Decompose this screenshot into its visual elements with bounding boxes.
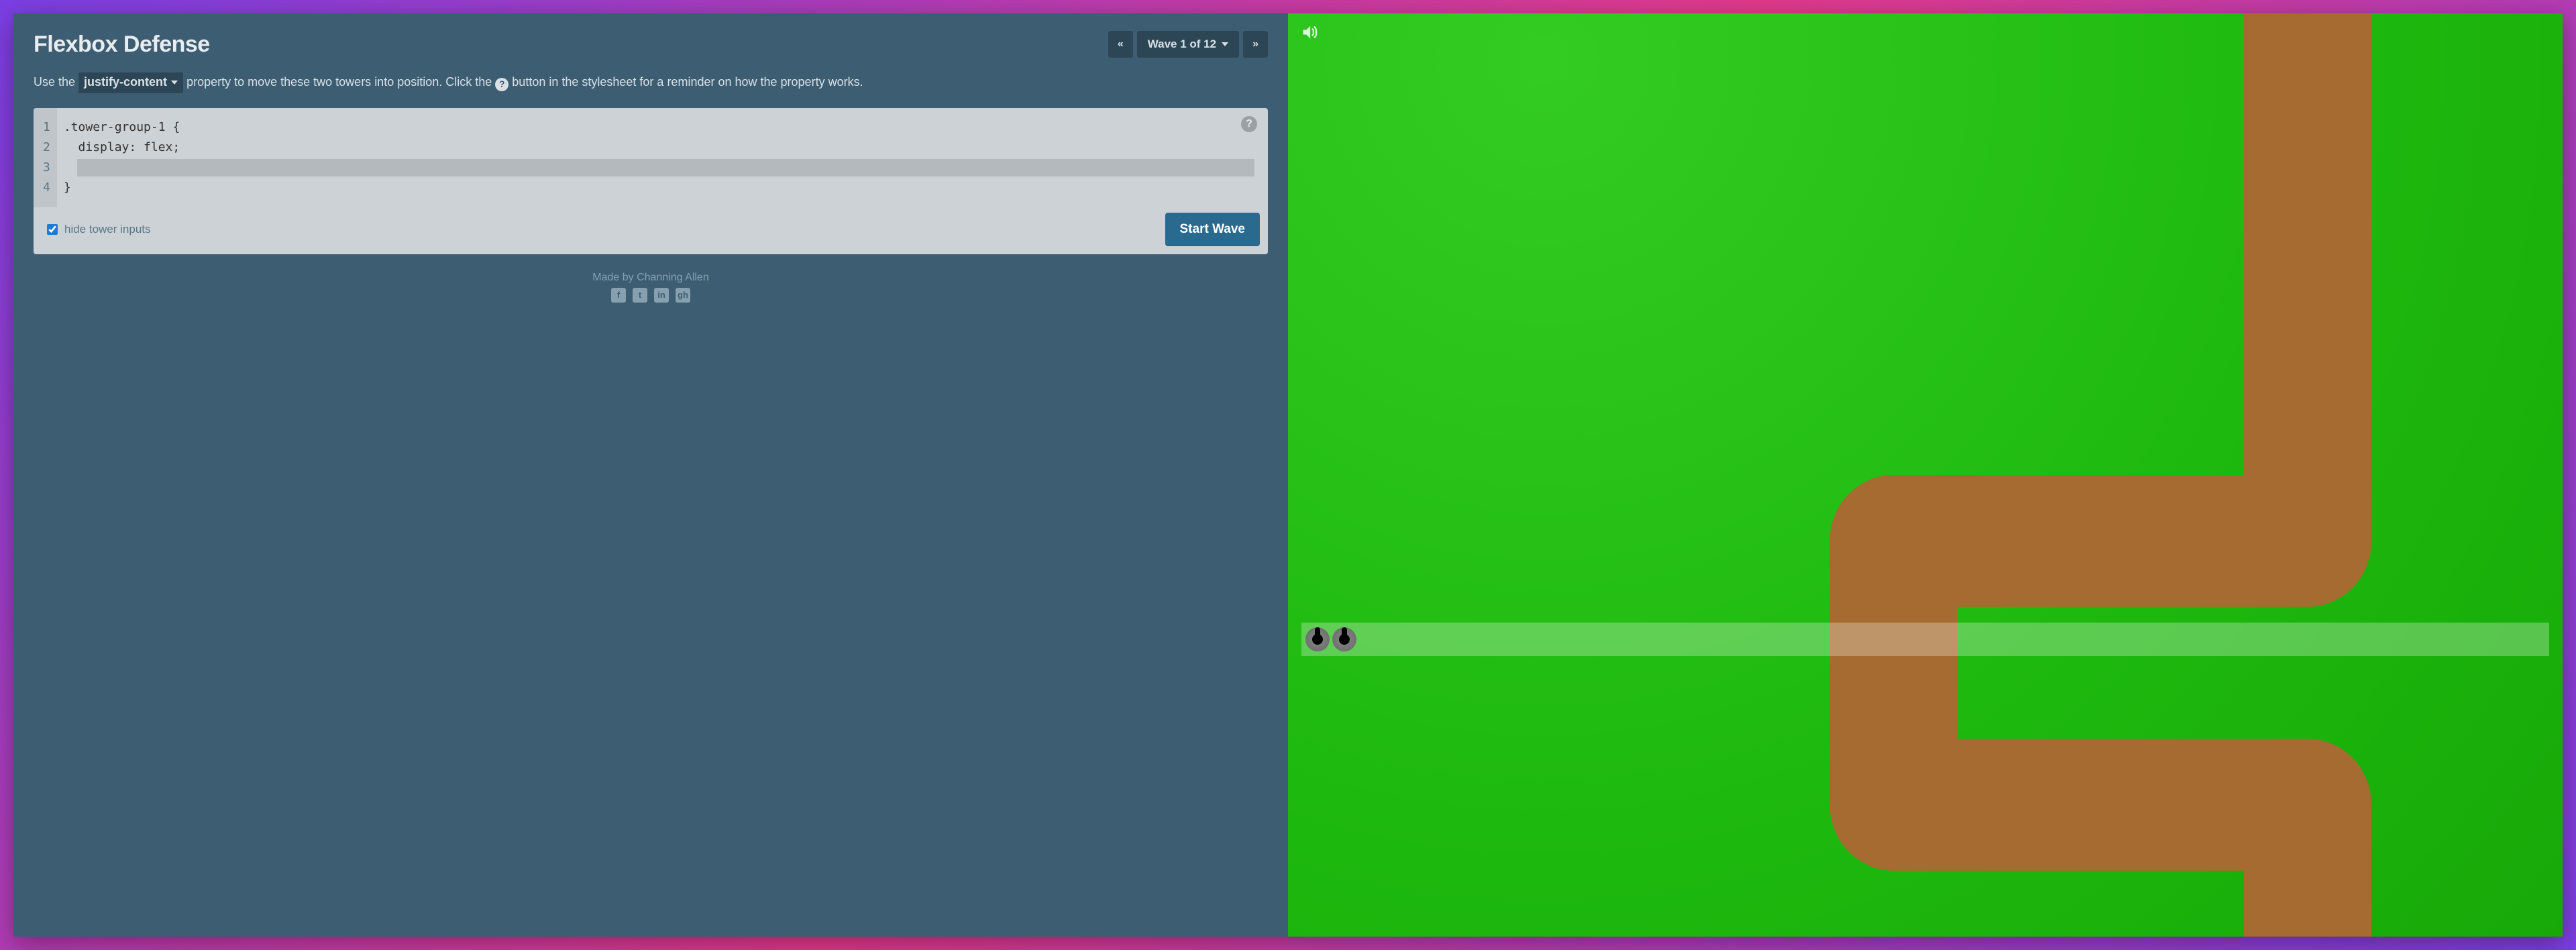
code-input-row <box>64 158 1254 178</box>
css-input[interactable] <box>77 159 1254 176</box>
hide-tower-inputs-checkbox[interactable] <box>47 224 58 235</box>
instructions-text: Use the justify-content property to move… <box>34 72 1268 93</box>
property-token[interactable]: justify-content <box>78 72 183 93</box>
code-area: .tower-group-1 { display: flex; } <box>57 108 1268 207</box>
wave-nav: « Wave 1 of 12 » <box>1108 31 1268 58</box>
wave-label: Wave 1 of 12 <box>1148 38 1216 51</box>
caret-down-icon <box>171 81 178 85</box>
instruction-panel: Flexbox Defense « Wave 1 of 12 » Use the… <box>13 13 1288 937</box>
prev-wave-button[interactable]: « <box>1108 31 1133 58</box>
chevron-right-icon: » <box>1252 38 1258 50</box>
line-number: 4 <box>43 178 50 198</box>
line-number: 3 <box>43 158 50 178</box>
code-line: .tower-group-1 { <box>64 117 1254 138</box>
code-line: } <box>64 178 1254 198</box>
tower-group-1 <box>1301 623 2549 656</box>
app-root: Flexbox Defense « Wave 1 of 12 » Use the… <box>13 13 2563 937</box>
credit-text: Made by Channing Allen <box>34 272 1268 284</box>
twitter-icon[interactable]: t <box>633 288 647 303</box>
page-title: Flexbox Defense <box>34 32 210 58</box>
instr-pre: Use the <box>34 75 78 89</box>
linkedin-icon[interactable]: in <box>654 288 669 303</box>
code-line: display: flex; <box>64 138 1254 158</box>
editor-body: 1 2 3 4 .tower-group-1 { display: flex; … <box>34 108 1268 207</box>
code-editor: ? 1 2 3 4 .tower-group-1 { display: flex… <box>34 108 1268 254</box>
hide-tower-inputs-label: hide tower inputs <box>64 223 151 236</box>
hide-tower-inputs-toggle[interactable]: hide tower inputs <box>47 223 151 236</box>
chevron-left-icon: « <box>1118 38 1124 50</box>
editor-footer: hide tower inputs Start Wave <box>34 207 1268 254</box>
social-links: f t in gh <box>34 288 1268 303</box>
property-token-label: justify-content <box>84 73 167 92</box>
start-wave-button[interactable]: Start Wave <box>1165 213 1260 246</box>
next-wave-button[interactable]: » <box>1243 31 1268 58</box>
wave-select-button[interactable]: Wave 1 of 12 <box>1137 31 1239 58</box>
caret-down-icon <box>1222 42 1228 46</box>
help-icon: ? <box>495 78 508 91</box>
line-number: 1 <box>43 117 50 138</box>
github-icon[interactable]: gh <box>676 288 690 303</box>
facebook-icon[interactable]: f <box>611 288 626 303</box>
instr-post: button in the stylesheet for a reminder … <box>512 75 863 89</box>
line-number-gutter: 1 2 3 4 <box>34 108 57 207</box>
game-board <box>1288 13 2563 937</box>
enemy-path <box>1288 13 2563 937</box>
line-number: 2 <box>43 138 50 158</box>
tower[interactable] <box>1332 627 1356 651</box>
header: Flexbox Defense « Wave 1 of 12 » <box>34 31 1268 58</box>
tower[interactable] <box>1305 627 1330 651</box>
instr-mid: property to move these two towers into p… <box>186 75 495 89</box>
